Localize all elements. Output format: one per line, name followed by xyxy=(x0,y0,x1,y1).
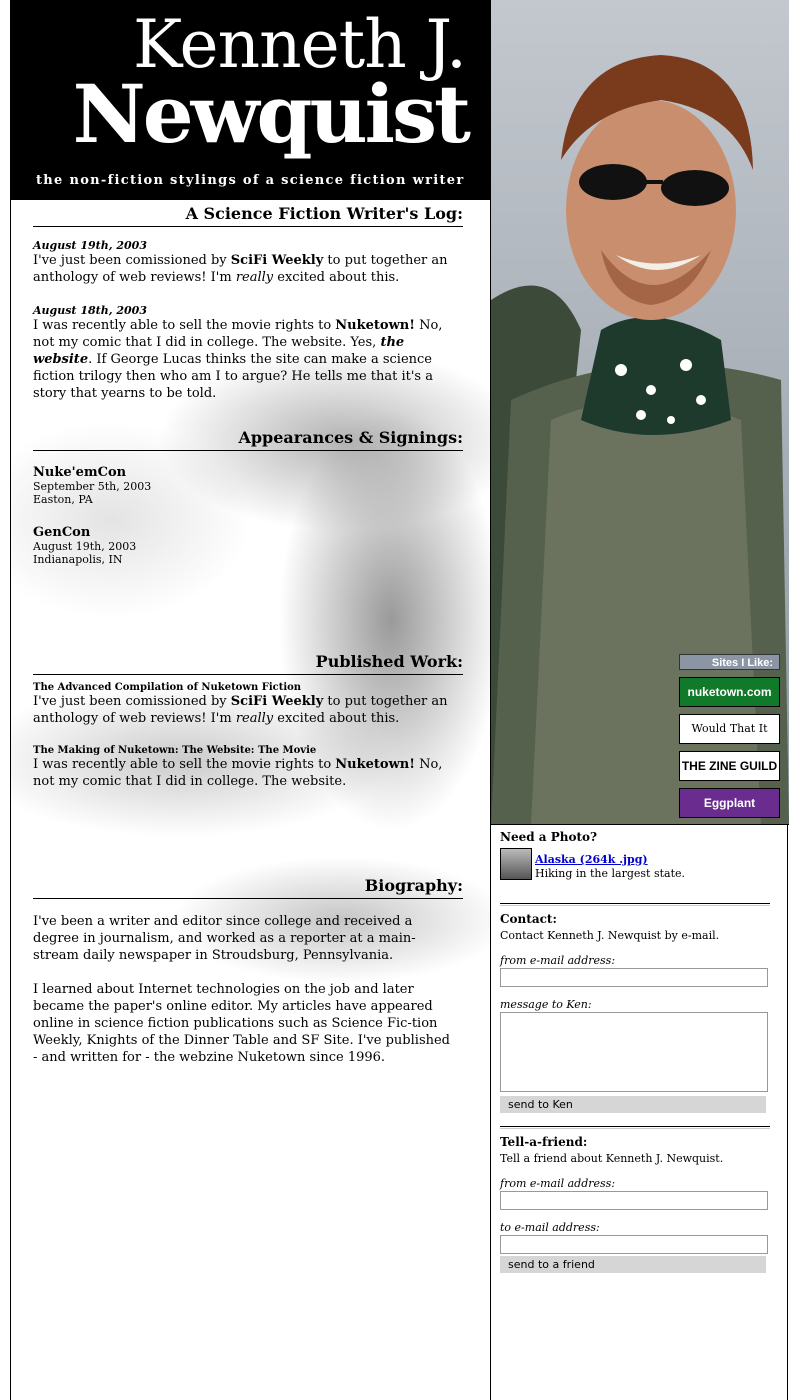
tell-heading: Tell-a-friend: xyxy=(500,1135,588,1149)
biography-text: I've been a writer and editor since coll… xyxy=(33,913,453,1066)
tell-to-label: to e-mail address: xyxy=(500,1221,600,1234)
masthead-tagline: the non-fiction stylings of a science fi… xyxy=(36,173,465,188)
log-entry: August 19th, 2003 I've just been comissi… xyxy=(33,239,453,286)
appearance-item: Nuke'emCon September 5th, 2003 Easton, P… xyxy=(33,465,453,506)
photo-caption: Hiking in the largest state. xyxy=(535,867,686,880)
published-item: The Advanced Compilation of Nuketown Fic… xyxy=(33,682,453,727)
contact-message-textarea[interactable] xyxy=(500,1012,768,1092)
log-heading: A Science Fiction Writer's Log: xyxy=(33,204,463,227)
divider xyxy=(500,1126,770,1129)
biography-heading: Biography: xyxy=(33,876,463,899)
sidebar: Sites I Like: nuketown.com ...what if? W… xyxy=(490,0,789,1400)
appearance-date: August 19th, 2003 xyxy=(33,540,137,553)
published-heading: Published Work: xyxy=(33,652,463,675)
sidebar-forms: Need a Photo? Alaska (264k .jpg) Hiking … xyxy=(500,826,770,1273)
biography-paragraph: I learned about Internet technologies on… xyxy=(33,982,450,1065)
photo-item: Alaska (264k .jpg) Hiking in the largest… xyxy=(500,848,770,881)
masthead-last-name: Newquist xyxy=(72,67,471,161)
published-title: The Advanced Compilation of Nuketown Fic… xyxy=(33,682,302,693)
log-entry-date: August 19th, 2003 xyxy=(33,239,147,252)
site-link-would-that-it-were[interactable]: Would That It Were xyxy=(679,714,780,744)
tell-from-email-input[interactable] xyxy=(500,1191,768,1210)
site-link-eggplant[interactable]: Eggplant LITERARY PRODUCTIONS xyxy=(679,788,780,818)
log-entry-text: I was recently able to sell the movie ri… xyxy=(33,318,443,401)
contact-from-email-input[interactable] xyxy=(500,968,768,987)
tell-from-label: from e-mail address: xyxy=(500,1177,616,1190)
published-item: The Making of Nuketown: The Website: The… xyxy=(33,745,453,790)
tell-to-email-input[interactable] xyxy=(500,1235,768,1254)
tell-text: Tell a friend about Kenneth J. Newquist. xyxy=(500,1152,724,1165)
appearance-name: Nuke'emCon xyxy=(33,465,127,480)
appearance-place: Indianapolis, IN xyxy=(33,553,123,566)
contact-text: Contact Kenneth J. Newquist by e-mail. xyxy=(500,929,720,942)
main-column: Kenneth J. Newquist the non-fiction styl… xyxy=(11,0,490,1400)
site-link-nuketown[interactable]: nuketown.com ...what if? xyxy=(679,677,780,707)
appearance-place: Easton, PA xyxy=(33,493,93,506)
site-link-zine-guild[interactable]: THE ZINE GUILD xyxy=(679,751,780,781)
photo-info: Alaska (264k .jpg) Hiking in the largest… xyxy=(535,848,685,881)
appearance-item: GenCon August 19th, 2003 Indianapolis, I… xyxy=(33,525,453,566)
contact-heading: Contact: xyxy=(500,912,557,926)
log-entry-text: I've just been comissioned by SciFi Week… xyxy=(33,253,448,285)
photo-heading: Need a Photo? xyxy=(500,830,598,844)
appearance-name: GenCon xyxy=(33,525,91,540)
published-title: The Making of Nuketown: The Website: The… xyxy=(33,745,317,756)
photo-download-link[interactable]: Alaska (264k .jpg) xyxy=(535,853,648,866)
sites-i-like: Sites I Like: nuketown.com ...what if? W… xyxy=(679,654,780,818)
appearances-heading: Appearances & Signings: xyxy=(33,428,463,451)
biography-paragraph: I've been a writer and editor since coll… xyxy=(33,914,416,963)
sites-label: Sites I Like: xyxy=(679,654,780,670)
author-photo: Sites I Like: nuketown.com ...what if? W… xyxy=(491,0,789,825)
divider xyxy=(500,903,770,906)
page-frame: Kenneth J. Newquist the non-fiction styl… xyxy=(10,0,789,1400)
published-text: I was recently able to sell the movie ri… xyxy=(33,757,443,789)
photo-thumbnail[interactable] xyxy=(500,848,532,880)
contact-message-label: message to Ken: xyxy=(500,998,592,1011)
log-entry: August 18th, 2003 I was recently able to… xyxy=(33,304,453,402)
contact-from-label: from e-mail address: xyxy=(500,954,616,967)
log-entry-date: August 18th, 2003 xyxy=(33,304,147,317)
send-to-friend-button[interactable]: send to a friend xyxy=(500,1256,766,1273)
published-text: I've just been comissioned by SciFi Week… xyxy=(33,694,448,726)
appearance-date: September 5th, 2003 xyxy=(33,480,152,493)
masthead: Kenneth J. Newquist the non-fiction styl… xyxy=(11,0,490,200)
send-to-ken-button[interactable]: send to Ken xyxy=(500,1096,766,1113)
